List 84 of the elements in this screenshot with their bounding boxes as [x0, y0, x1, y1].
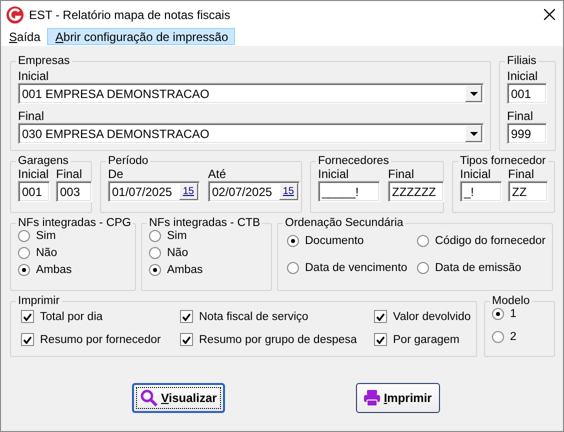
checkbox-label: Resumo por grupo de despesa [199, 334, 357, 346]
group-title: NFs integradas - CTB [148, 217, 262, 229]
text-field[interactable]: 001 [18, 181, 50, 202]
group-title: Garagens [17, 155, 70, 167]
field-label: Final [18, 109, 46, 123]
text-field[interactable]: ZZ [508, 181, 548, 202]
field-label: Inicial [18, 69, 50, 83]
group-title: Tipos fornecedor [459, 155, 547, 167]
caret-icon [470, 92, 478, 96]
close-icon[interactable] [544, 9, 555, 20]
printer-icon [362, 389, 381, 407]
radio-button[interactable] [417, 235, 429, 247]
radio-button[interactable] [18, 247, 30, 259]
checkbox-label: Nota fiscal de serviço [199, 310, 308, 322]
print-button[interactable]: Imprimir [356, 383, 440, 413]
field-label: De [108, 167, 124, 181]
checkbox-label: Por garagem [393, 334, 460, 346]
radio-button[interactable] [287, 235, 299, 247]
preview-button[interactable]: Visualizar [132, 383, 225, 413]
window-title: EST - Relatório mapa de notas fiscais [29, 8, 232, 22]
group-title: Empresas [17, 55, 71, 67]
radio-label: Ambas [36, 264, 72, 276]
checkbox[interactable] [21, 333, 34, 346]
radio-button[interactable] [18, 230, 30, 242]
group-title: Ordenação Secundária [284, 217, 404, 229]
group-title: Fornecedores [317, 155, 390, 167]
text-field[interactable]: 003 [56, 181, 92, 202]
menu-item[interactable]: Saída [1, 28, 48, 45]
radio-button[interactable] [149, 230, 161, 242]
radio-button[interactable] [492, 308, 504, 320]
date-field[interactable]: 02/07/2025 15 [208, 181, 300, 202]
checkbox-label: Valor devolvido [393, 310, 471, 322]
text-field[interactable]: ZZZZZZ [388, 181, 444, 202]
radio-label: Data de vencimento [305, 262, 408, 274]
radio-label: 1 [510, 308, 516, 320]
text-field[interactable]: 999 [507, 123, 547, 144]
field-label: Final [507, 109, 534, 123]
caret-icon [470, 132, 478, 136]
group-title: Modelo [491, 295, 531, 307]
radio-button[interactable] [492, 331, 504, 343]
checkbox[interactable] [21, 310, 34, 323]
dropdown-field[interactable]: 001 EMPRESA DEMONSTRACAO [18, 83, 484, 104]
field-label: Inicial [507, 69, 539, 83]
text-field[interactable]: _____! [318, 181, 380, 202]
radio-button[interactable] [18, 264, 30, 276]
radio-label: Não [36, 247, 58, 259]
group-title: NFs integradas - CPG [17, 217, 132, 229]
search-icon [140, 389, 158, 407]
field-label: Final [508, 167, 536, 181]
radio-label: Não [167, 247, 188, 259]
radio-button[interactable] [149, 247, 161, 259]
dropdown-field[interactable]: 030 EMPRESA DEMONSTRACAO [18, 123, 484, 144]
menu-item[interactable]: Abrir configuração de impressão [47, 28, 236, 45]
checkbox-label: Resumo por fornecedor [40, 334, 161, 346]
radio-button[interactable] [417, 262, 429, 274]
radio-button[interactable] [287, 262, 299, 274]
radio-label: Sim [36, 230, 56, 242]
calendar-button[interactable]: 15 [178, 183, 198, 200]
field-label: Até [208, 167, 228, 181]
radio-label: Ambas [167, 264, 203, 276]
date-field[interactable]: 01/07/2025 15 [108, 181, 200, 202]
field-label: Inicial [460, 167, 492, 181]
radio-label: Documento [305, 235, 364, 247]
group-title: Período [107, 155, 150, 167]
radio-label: Sim [167, 230, 187, 242]
checkbox-label: Total por dia [40, 310, 103, 322]
field-label: Final [388, 167, 416, 181]
checkbox[interactable] [374, 333, 387, 346]
text-field[interactable]: _! [460, 181, 502, 202]
checkbox[interactable] [374, 310, 387, 323]
field-label: Inicial [318, 167, 350, 181]
radio-label: Código do fornecedor [435, 235, 546, 247]
text-field[interactable]: 001 [507, 83, 547, 104]
calendar-button[interactable]: 15 [278, 183, 298, 200]
group-title: Filiais [506, 55, 538, 67]
radio-label: 2 [510, 331, 516, 343]
app-logo-icon [6, 6, 24, 24]
checkbox[interactable] [180, 333, 193, 346]
field-label: Inicial [18, 167, 50, 181]
checkbox[interactable] [180, 310, 193, 323]
radio-button[interactable] [149, 264, 161, 276]
field-label: Final [56, 167, 84, 181]
group-title: Imprimir [17, 295, 61, 307]
radio-label: Data de emissão [435, 262, 522, 274]
